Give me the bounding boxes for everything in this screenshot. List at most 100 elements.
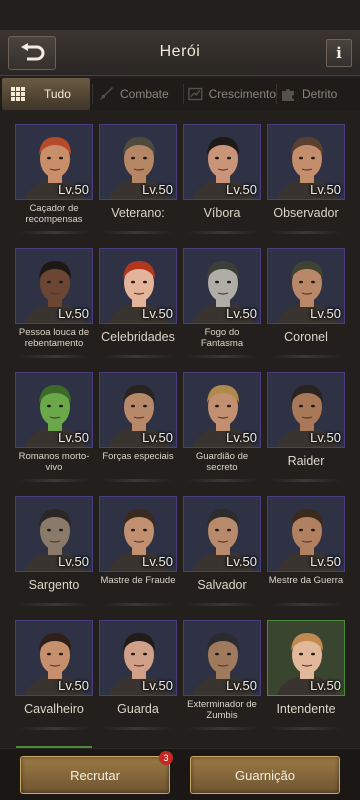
hero-card[interactable]: Lv.50 Exterminador de Zumbis <box>183 614 261 730</box>
hero-card[interactable]: Lv.50 Pessoa louca de rebentamento <box>15 242 93 358</box>
hero-level: Lv.50 <box>310 182 341 197</box>
growth-icon <box>188 87 203 101</box>
hero-portrait: Lv.50 <box>267 372 345 448</box>
hero-grid: Lv.50 Caçador de recompensas Lv.50 Veterano… <box>0 118 360 750</box>
tab-combate[interactable]: Combate <box>98 78 182 110</box>
hero-level: Lv.50 <box>142 182 173 197</box>
hero-level: Lv.50 <box>142 678 173 693</box>
hero-portrait: Lv.50 <box>183 248 261 324</box>
hero-portrait: Lv.50 <box>267 496 345 572</box>
hero-portrait: Lv.50 <box>99 496 177 572</box>
hero-name-plate: Exterminador de Zumbis <box>183 699 261 730</box>
hero-level: Lv.50 <box>226 554 257 569</box>
hero-card[interactable]: Lv.50 Observador <box>267 118 345 234</box>
hero-name-plate: Salvador <box>183 576 261 606</box>
hero-name: Guardião de secreto <box>195 451 249 473</box>
hero-level: Lv.50 <box>58 306 89 321</box>
grid-icon <box>11 87 25 101</box>
hero-name-plate: Guarda <box>99 700 177 730</box>
hero-portrait: Lv.50 <box>183 372 261 448</box>
hero-name: Observador <box>273 206 339 220</box>
hero-level: Lv.50 <box>58 182 89 197</box>
hero-card[interactable]: Lv.50 Mastre de Fraude <box>99 490 177 606</box>
hero-level: Lv.50 <box>58 554 89 569</box>
hero-portrait: Lv.50 <box>267 620 345 696</box>
hero-name-plate: Celebridades <box>99 328 177 358</box>
hero-portrait: Lv.50 <box>99 620 177 696</box>
hero-portrait: Lv.50 <box>183 124 261 200</box>
hero-portrait: Lv.50 <box>15 124 93 200</box>
hero-portrait: Lv.50 <box>267 248 345 324</box>
recruit-button[interactable]: Recrutar 3 <box>20 751 173 794</box>
tab-tudo[interactable]: Tudo <box>2 78 90 110</box>
page-title: Herói <box>159 43 201 60</box>
hero-name-plate: Forças especiais <box>99 451 177 482</box>
info-button[interactable]: i <box>326 39 352 67</box>
hero-portrait: Lv.50 <box>183 496 261 572</box>
hero-card[interactable]: Lv.50 Celebridades <box>99 242 177 358</box>
puzzle-icon <box>282 89 294 101</box>
notification-badge: 3 <box>159 751 173 765</box>
hero-card[interactable]: Lv.50 Coronel <box>267 242 345 358</box>
hero-card[interactable]: Lv.50 Caçador de recompensas <box>15 118 93 234</box>
hero-name: Caçador de recompensas <box>25 203 83 225</box>
tab-detrito[interactable]: Detrito <box>280 78 358 110</box>
hero-level: Lv.50 <box>226 306 257 321</box>
hero-name: Mastre de Fraude <box>100 575 176 586</box>
hero-name-plate: Intendente <box>267 700 345 730</box>
hero-level: Lv.50 <box>226 182 257 197</box>
hero-card[interactable]: Lv.50 Víbora <box>183 118 261 234</box>
hero-name-plate: Caçador de recompensas <box>15 203 93 234</box>
hero-card[interactable]: Lv.50 Sargento <box>15 490 93 606</box>
hero-card[interactable]: Lv.50 Veterano: <box>99 118 177 234</box>
tab-detrito-label: Detrito <box>302 87 338 101</box>
hero-portrait: Lv.50 <box>183 620 261 696</box>
hero-name: Romanos morto-vivo <box>18 451 90 473</box>
hero-portrait: Lv.50 <box>99 124 177 200</box>
hero-portrait: Lv.50 <box>267 124 345 200</box>
hero-card[interactable]: Lv.50 Mestre da Guerra <box>267 490 345 606</box>
hero-name: Exterminador de Zumbis <box>187 699 257 721</box>
tab-crescimento[interactable]: Crescimento <box>188 78 276 110</box>
recruit-label: Recrutar <box>70 767 120 783</box>
hero-card[interactable]: Lv.50 Raider <box>267 366 345 482</box>
hero-name: Intendente <box>276 702 336 716</box>
hero-level: Lv.50 <box>310 430 341 445</box>
hero-portrait: Lv.50 <box>15 248 93 324</box>
garrison-label: Guarnição <box>235 767 295 783</box>
hero-name-plate: Fogo do Fantasma <box>183 327 261 358</box>
hero-portrait: Lv.50 <box>15 372 93 448</box>
hero-portrait: Lv.50 <box>99 248 177 324</box>
hero-name: Forças especiais <box>102 451 174 462</box>
hero-card[interactable]: Lv.50 Forças especiais <box>99 366 177 482</box>
hero-portrait: Lv.50 <box>15 496 93 572</box>
hero-card[interactable]: Lv.50 Fogo do Fantasma <box>183 242 261 358</box>
hero-name-plate: Veterano: <box>99 204 177 234</box>
hero-card[interactable]: Lv.50 Guardião de secreto <box>183 366 261 482</box>
hero-card[interactable]: Lv.50 Salvador <box>183 490 261 606</box>
hero-name-plate: Cavalheiro <box>15 700 93 730</box>
sword-icon <box>100 87 113 100</box>
hero-name: Coronel <box>284 330 328 344</box>
tab-combate-label: Combate <box>120 87 169 101</box>
hero-portrait: Lv.50 <box>99 372 177 448</box>
garrison-button[interactable]: Guarnição <box>190 756 340 794</box>
hero-level: Lv.50 <box>310 554 341 569</box>
hero-card[interactable]: Lv.50 Guarda <box>99 614 177 730</box>
hero-card[interactable]: Lv.50 Intendente <box>267 614 345 730</box>
hero-card[interactable]: Lv.50 Cavalheiro <box>15 614 93 730</box>
hero-level: Lv.50 <box>310 678 341 693</box>
hero-level: Lv.50 <box>226 430 257 445</box>
hero-name-plate: Observador <box>267 204 345 234</box>
hero-level: Lv.50 <box>142 430 173 445</box>
category-tabs: Tudo Combate Crescimento Detrito <box>0 78 360 110</box>
hero-level: Lv.50 <box>226 678 257 693</box>
hero-level: Lv.50 <box>142 306 173 321</box>
hero-name-plate: Pessoa louca de rebentamento <box>15 327 93 358</box>
bottom-bar: Recrutar 3 Guarnição <box>0 748 360 800</box>
hero-name: Cavalheiro <box>24 702 84 716</box>
hero-name-plate: Romanos morto-vivo <box>15 451 93 482</box>
hero-level: Lv.50 <box>142 554 173 569</box>
hero-card[interactable]: Lv.50 Romanos morto-vivo <box>15 366 93 482</box>
top-bar: Herói i <box>0 30 360 76</box>
